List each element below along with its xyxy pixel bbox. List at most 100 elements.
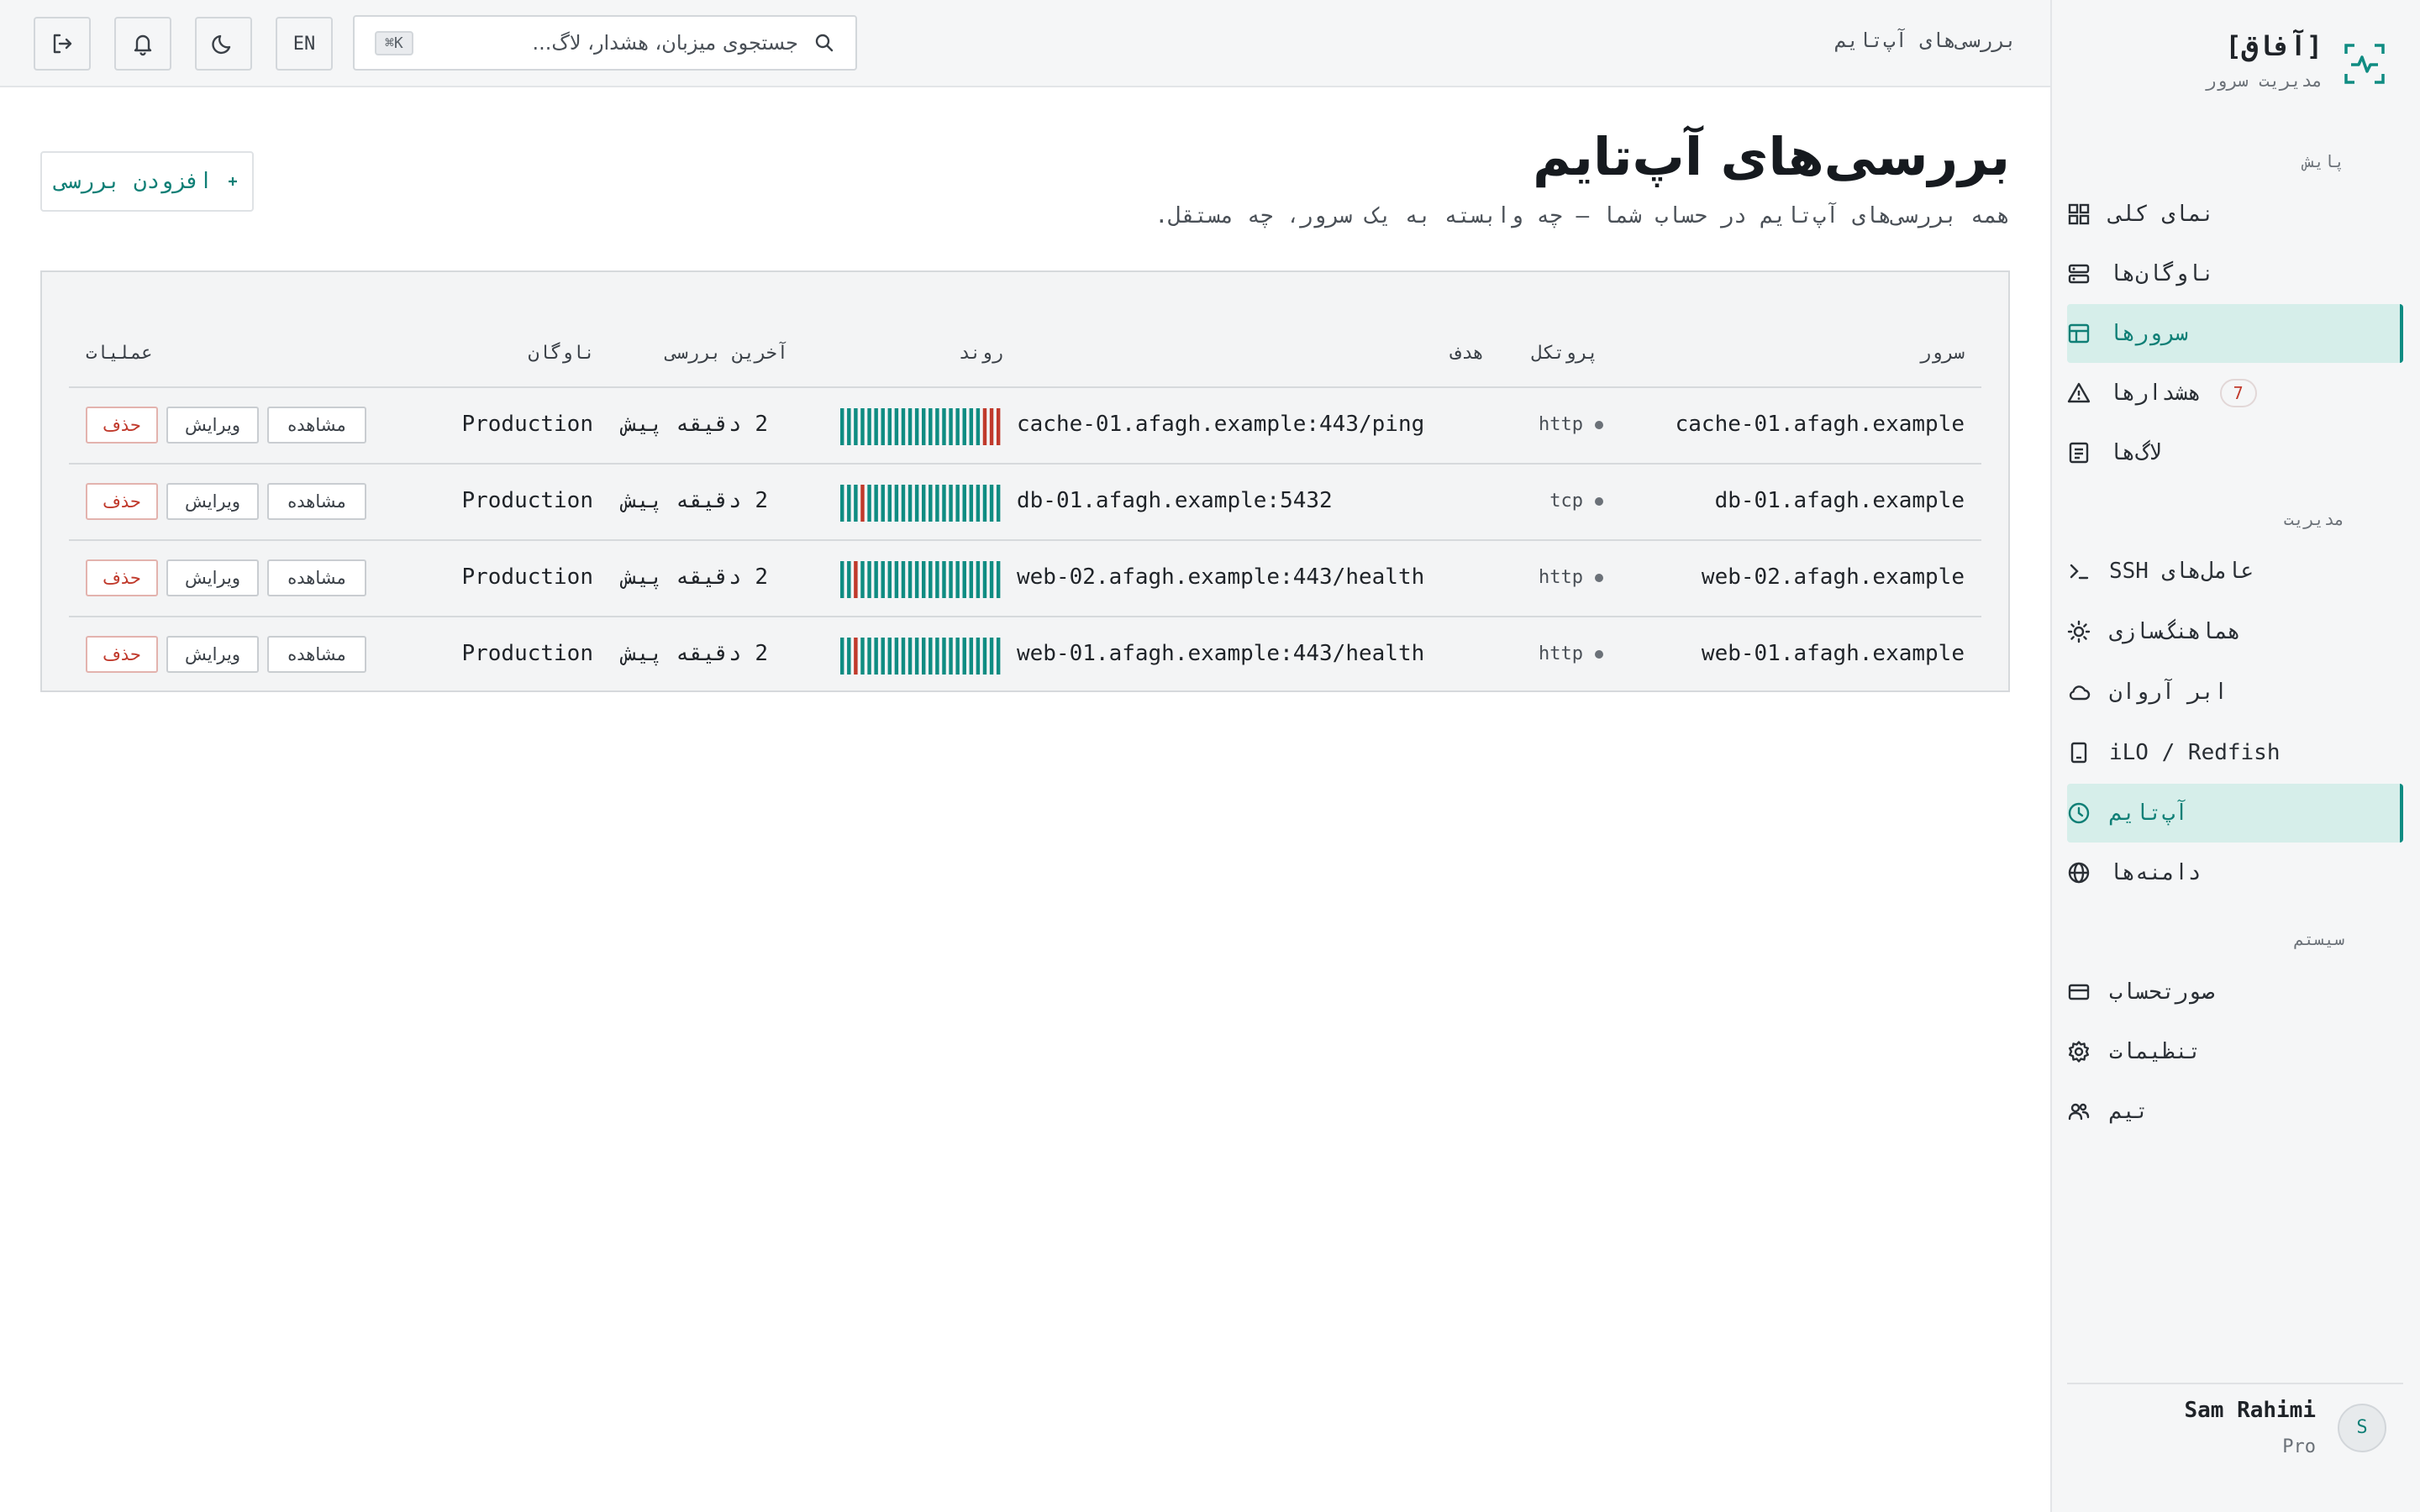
trend-bar-down bbox=[982, 408, 987, 445]
edit-button[interactable]: ویرایش bbox=[166, 636, 259, 673]
search-shortcut-hint: ⌘K bbox=[375, 30, 413, 55]
sidebar-item-sync[interactable]: هماهنگ‌سازی bbox=[2067, 602, 2403, 661]
logout-button[interactable] bbox=[34, 17, 91, 71]
edit-button[interactable]: ویرایش bbox=[166, 559, 259, 596]
trend-bar-up bbox=[955, 638, 960, 675]
delete-button[interactable]: حذف bbox=[86, 559, 158, 596]
sidebar-item-arvan-cloud[interactable]: ابر آروان bbox=[2067, 663, 2403, 722]
last-check-cell: 2 دقیقه پیش bbox=[623, 641, 768, 666]
sidebar-item-fleets[interactable]: ناوگان‌ها bbox=[2067, 244, 2403, 303]
trend-bar-up bbox=[887, 638, 892, 675]
table-row[interactable]: web-01.afagh.example http web-01.afagh.e… bbox=[69, 617, 1981, 694]
sidebar-item-ssh-agents[interactable]: عامل‌های SSH bbox=[2067, 542, 2403, 601]
user-name: Sam Rahimi bbox=[2184, 1398, 2316, 1423]
delete-button[interactable]: حذف bbox=[86, 636, 158, 673]
trend-bar-up bbox=[976, 561, 981, 598]
brand-subtitle: مدیریت سرور bbox=[2205, 71, 2323, 91]
page-title: بررسی‌های آپ‌تایم bbox=[1533, 126, 2010, 187]
uptime-checks-table-panel: سرور پروتکل هدف روند آخرین بررسی ناوگان … bbox=[40, 270, 2010, 692]
trend-bar-up bbox=[908, 638, 913, 675]
alerts-count-badge: 7 bbox=[2219, 379, 2257, 407]
search-input[interactable]: جستجوی میزبان، هشدار، لاگ... ⌘K bbox=[353, 15, 857, 71]
status-dot-icon bbox=[1595, 420, 1603, 429]
trend-bar-up bbox=[887, 485, 892, 522]
trend-bar-up bbox=[887, 561, 892, 598]
brand[interactable]: [آفاق] مدیریت سرور bbox=[2206, 30, 2386, 91]
edit-button[interactable]: ویرایش bbox=[166, 483, 259, 520]
user-menu[interactable]: S Sam Rahimi Pro bbox=[2184, 1398, 2386, 1457]
logout-icon bbox=[53, 34, 72, 54]
column-header-actions: عملیات bbox=[86, 343, 153, 364]
delete-button[interactable]: حذف bbox=[86, 483, 158, 520]
view-button[interactable]: مشاهده bbox=[267, 636, 366, 673]
trend-bar-up bbox=[929, 485, 933, 522]
trend-bar-up bbox=[969, 408, 974, 445]
trend-bar-down bbox=[996, 408, 1001, 445]
table-row[interactable]: web-02.afagh.example http web-02.afagh.e… bbox=[69, 541, 1981, 617]
trend-bar-up bbox=[922, 485, 926, 522]
target-cell: db-01.afagh.example:5432 bbox=[1017, 488, 1333, 513]
sidebar-item-alerts[interactable]: هشدارها 7 bbox=[2067, 364, 2403, 423]
trend-bar-up bbox=[929, 408, 933, 445]
trend-bar-up bbox=[881, 561, 885, 598]
trend-bar-up bbox=[908, 485, 913, 522]
add-check-label: افزودن بررسی bbox=[55, 169, 213, 194]
delete-button[interactable]: حذف bbox=[86, 407, 158, 444]
sidebar-item-billing[interactable]: صورتحساب bbox=[2067, 963, 2403, 1021]
trend-bar-up bbox=[922, 638, 926, 675]
sidebar-item-label: لاگ‌ها bbox=[2109, 440, 2162, 465]
sidebar-item-uptime[interactable]: آپ‌تایم bbox=[2067, 784, 2403, 843]
theme-toggle-button[interactable] bbox=[195, 17, 252, 71]
trend-bar-up bbox=[935, 638, 939, 675]
trend-bar-up bbox=[996, 638, 1001, 675]
trend-bar-up bbox=[962, 485, 966, 522]
sidebar-item-settings[interactable]: تنظیمات bbox=[2067, 1022, 2403, 1081]
trend-bar-up bbox=[914, 638, 919, 675]
trend-bar-up bbox=[989, 561, 994, 598]
sidebar-item-servers[interactable]: سرورها bbox=[2067, 304, 2403, 363]
server-cell[interactable]: db-01.afagh.example bbox=[1715, 488, 1965, 513]
trend-bar-up bbox=[908, 408, 913, 445]
sidebar-item-logs[interactable]: لاگ‌ها bbox=[2067, 423, 2403, 482]
server-cell[interactable]: cache-01.afagh.example bbox=[1676, 412, 1965, 437]
edit-button[interactable]: ویرایش bbox=[166, 407, 259, 444]
search-placeholder: جستجوی میزبان، هشدار، لاگ... bbox=[532, 31, 798, 55]
trend-bar-down bbox=[854, 638, 858, 675]
sidebar-item-team[interactable]: تیم bbox=[2067, 1082, 2403, 1141]
sidebar-item-ilo-redfish[interactable]: iLO / Redfish bbox=[2067, 723, 2403, 782]
add-check-button[interactable]: افزودن بررسی bbox=[40, 151, 254, 212]
trend-bar-up bbox=[901, 561, 906, 598]
column-header-target: هدف bbox=[1450, 343, 1484, 364]
sidebar-item-label: سرورها bbox=[2109, 321, 2188, 346]
view-button[interactable]: مشاهده bbox=[267, 559, 366, 596]
sidebar-item-overview[interactable]: نمای کلی bbox=[2067, 185, 2403, 244]
notifications-button[interactable] bbox=[114, 17, 171, 71]
trend-bar-up bbox=[935, 561, 939, 598]
server-cell[interactable]: web-02.afagh.example bbox=[1702, 564, 1965, 590]
trend-bar-up bbox=[949, 485, 953, 522]
last-check-cell: 2 دقیقه پیش bbox=[623, 488, 768, 513]
trend-bar-up bbox=[969, 638, 974, 675]
table-row[interactable]: db-01.afagh.example tcp db-01.afagh.exam… bbox=[69, 465, 1981, 541]
column-header-protocol: پروتکل bbox=[1531, 343, 1598, 364]
view-button[interactable]: مشاهده bbox=[267, 483, 366, 520]
trend-sparkline bbox=[840, 408, 1001, 445]
trend-bar-up bbox=[874, 638, 878, 675]
trend-bar-up bbox=[989, 638, 994, 675]
trend-bar-up bbox=[914, 561, 919, 598]
status-dot-icon bbox=[1595, 496, 1603, 506]
trend-bar-up bbox=[847, 561, 851, 598]
trend-bar-up bbox=[874, 485, 878, 522]
row-actions: حذف ویرایش مشاهده bbox=[86, 636, 366, 673]
trend-bar-up bbox=[976, 408, 981, 445]
sidebar-item-domains[interactable]: دامنه‌ها bbox=[2067, 843, 2403, 902]
trend-bar-up bbox=[854, 485, 858, 522]
trend-bar-down bbox=[989, 408, 994, 445]
server-cell[interactable]: web-01.afagh.example bbox=[1702, 641, 1965, 666]
view-button[interactable]: مشاهده bbox=[267, 407, 366, 444]
row-actions: حذف ویرایش مشاهده bbox=[86, 559, 366, 596]
search-icon bbox=[815, 34, 834, 52]
table-row[interactable]: cache-01.afagh.example http cache-01.afa… bbox=[69, 388, 1981, 465]
language-toggle-button[interactable]: EN bbox=[276, 17, 333, 71]
trend-bar-up bbox=[894, 408, 899, 445]
